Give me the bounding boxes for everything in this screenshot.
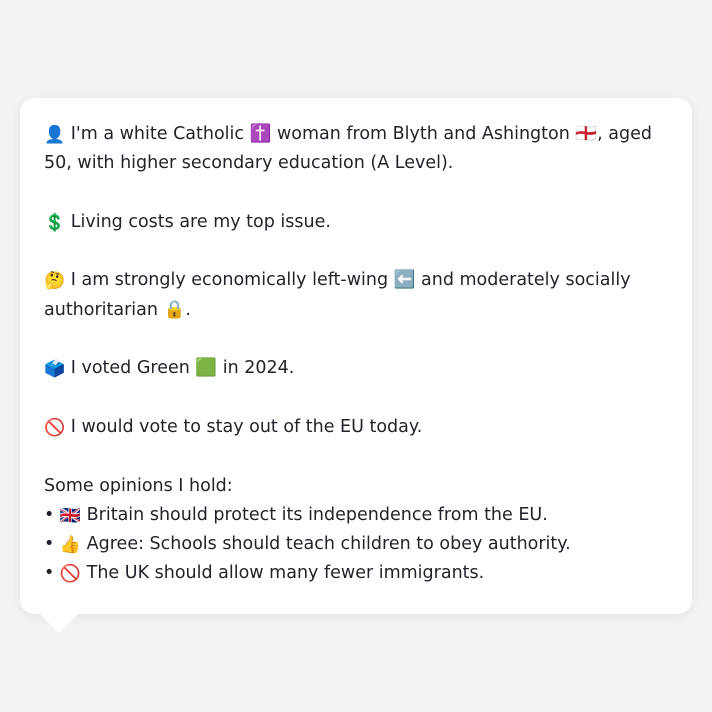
- opinion-text: The UK should allow many fewer immigrant…: [86, 563, 485, 584]
- list-item: • 👍 Agree: Schools should teach children…: [44, 530, 668, 559]
- top-issue-text: Living costs are my top issue.: [70, 211, 331, 232]
- prohibited-icon: 🚫: [44, 417, 66, 438]
- bullet: •: [44, 534, 55, 555]
- opinion-text: Britain should protect its independence …: [86, 504, 548, 525]
- eu-vote-line: 🚫 I would vote to stay out of the EU tod…: [44, 413, 668, 442]
- bullet: •: [44, 563, 55, 584]
- intro-line: 👤 I'm a white Catholic ✝️ woman from Bly…: [44, 120, 668, 179]
- bubble-tail: [38, 612, 80, 633]
- intro-text: I'm a white Catholic ✝️ woman from Blyth…: [44, 124, 652, 174]
- ideology-text: I am strongly economically left-wing ⬅️ …: [44, 270, 631, 320]
- list-item: • 🚫 The UK should allow many fewer immig…: [44, 559, 668, 588]
- prohibited-icon: 🚫: [59, 564, 82, 585]
- opinion-text: Agree: Schools should teach children to …: [86, 534, 571, 555]
- opinions-heading: Some opinions I hold:: [44, 475, 233, 496]
- top-issue-line: 💲 Living costs are my top issue.: [44, 208, 668, 237]
- persona-message-bubble: 👤 I'm a white Catholic ✝️ woman from Bly…: [20, 98, 692, 614]
- opinions-list: • 🇬🇧 Britain should protect its independ…: [44, 501, 668, 589]
- past-vote-text: I voted Green 🟩 in 2024.: [70, 358, 295, 379]
- list-item: • 🇬🇧 Britain should protect its independ…: [44, 501, 668, 530]
- eu-vote-text: I would vote to stay out of the EU today…: [70, 416, 423, 437]
- dollar-icon: 💲: [44, 212, 66, 233]
- bullet: •: [44, 504, 55, 525]
- thumbs-up-icon: 👍: [59, 535, 82, 556]
- uk-flag-icon: 🇬🇧: [59, 505, 82, 526]
- thinking-face-icon: 🤔: [44, 271, 66, 292]
- ideology-line: 🤔 I am strongly economically left-wing ⬅…: [44, 266, 668, 325]
- ballot-box-icon: 🗳️: [44, 359, 66, 380]
- past-vote-line: 🗳️ I voted Green 🟩 in 2024.: [44, 354, 668, 383]
- person-icon: 👤: [44, 125, 66, 145]
